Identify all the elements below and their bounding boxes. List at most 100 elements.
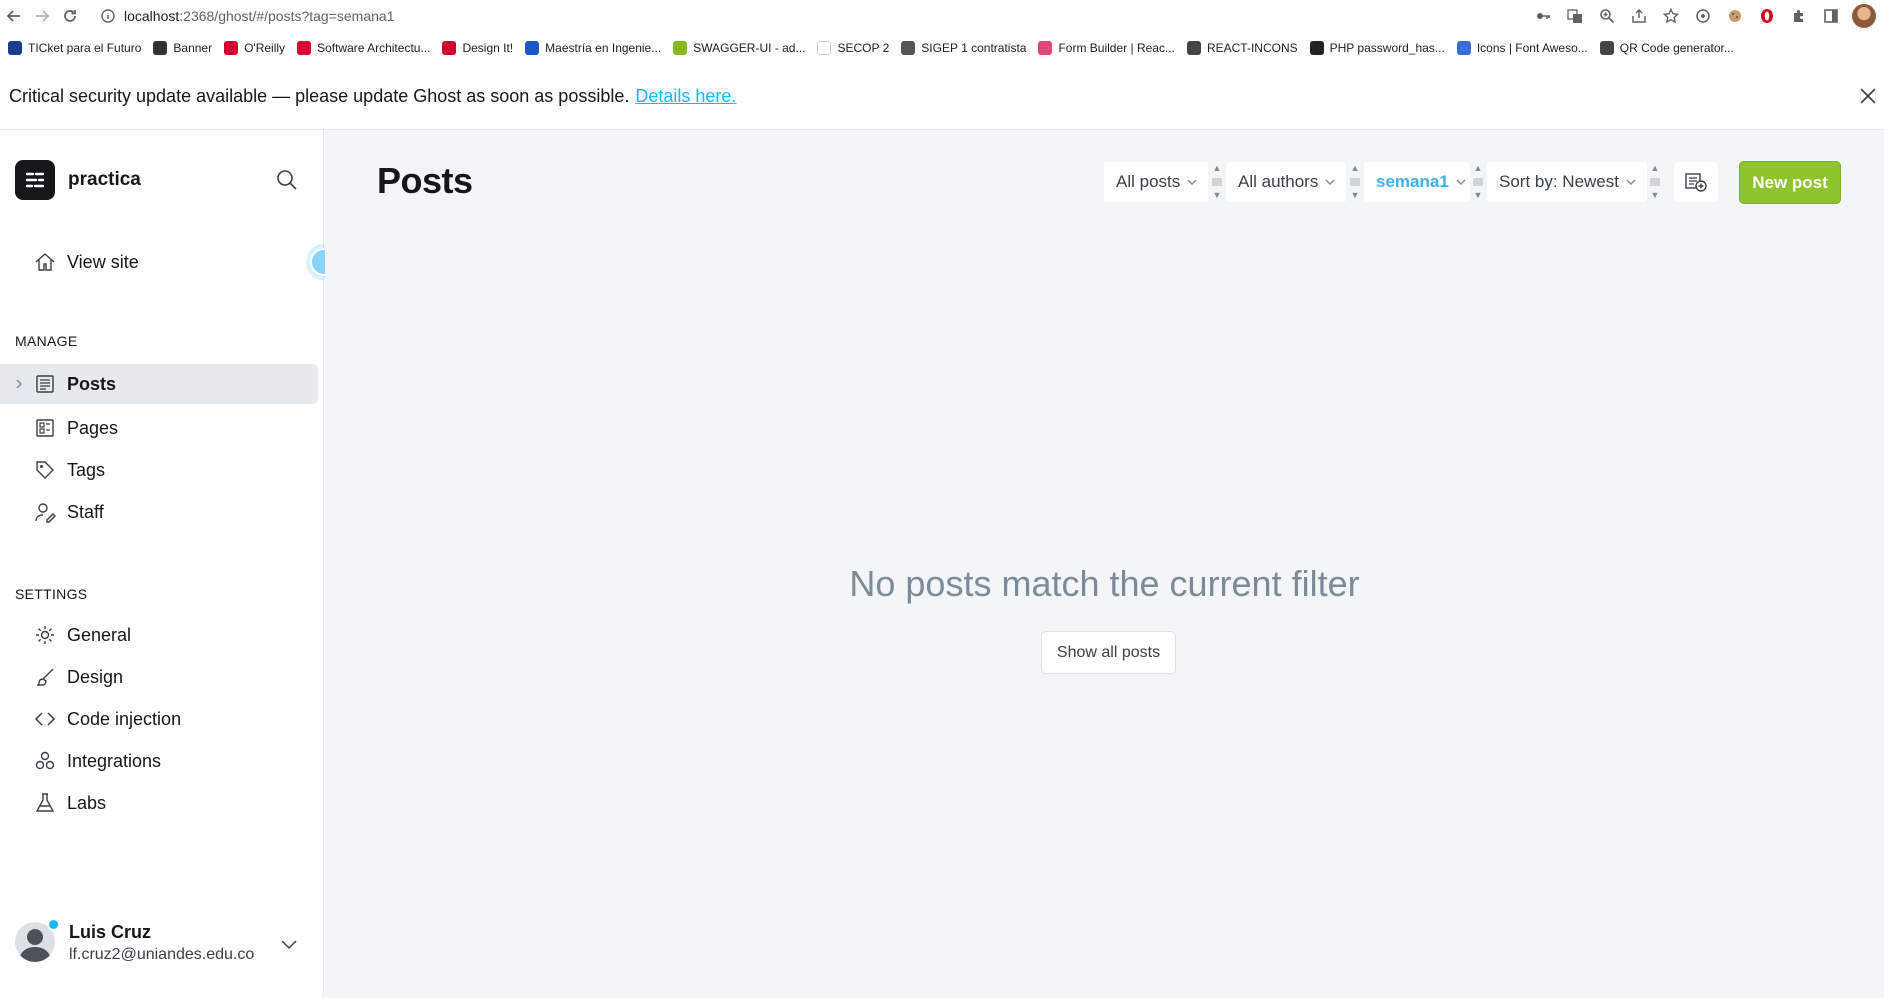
- sidebar-item-label: Code injection: [67, 708, 182, 729]
- bookmark-label: SECOP 2: [837, 41, 890, 55]
- close-icon[interactable]: [1858, 86, 1878, 106]
- sidebar-item-label: Integrations: [67, 750, 162, 771]
- sidebar-item-staff[interactable]: Staff: [0, 492, 318, 532]
- sidebar: practica View site MANAGE Posts Pages Ta…: [0, 130, 342, 998]
- chevron-down-icon[interactable]: [279, 934, 299, 954]
- profile-avatar[interactable]: [1852, 4, 1876, 28]
- user-name: Luis Cruz: [69, 922, 152, 942]
- main-content: Posts All posts ▲ ▼ All authors ▲ ▼ semana…: [325, 130, 1884, 998]
- url-path: :2368/ghost/#/posts?tag=semana1: [179, 8, 395, 24]
- bookmark-label: Design It!: [462, 41, 514, 55]
- share-icon[interactable]: [1628, 5, 1650, 27]
- chevron-down-icon: [1625, 176, 1637, 188]
- bookmark-star-icon[interactable]: [1660, 5, 1682, 27]
- bookmark-item[interactable]: PHP password_has...: [1306, 36, 1453, 60]
- bookmark-item[interactable]: O'Reilly: [220, 36, 293, 60]
- bookmark-favicon-icon: [153, 41, 168, 55]
- bookmark-label: QR Code generator...: [1619, 41, 1734, 55]
- banner-details-link[interactable]: Details here.: [635, 86, 736, 107]
- bookmark-favicon-icon: [1186, 41, 1201, 55]
- bookmark-favicon-icon: [1309, 41, 1324, 55]
- site-logo[interactable]: [15, 160, 55, 200]
- sidebar-item-design[interactable]: Design: [0, 657, 318, 697]
- posts-icon: [33, 372, 57, 396]
- address-bar[interactable]: localhost:2368/ghost/#/posts?tag=semana1: [124, 8, 394, 24]
- sidebar-item-tags[interactable]: Tags: [0, 450, 318, 490]
- bookmark-favicon-icon: [673, 41, 688, 55]
- sidebar-item-label: Pages: [67, 417, 119, 438]
- select-arrows-icon: ▲ ▼: [1470, 164, 1486, 200]
- back-icon[interactable]: [0, 2, 28, 30]
- bookmark-item[interactable]: SECOP 2: [813, 36, 897, 60]
- bookmark-label: O'Reilly: [244, 41, 286, 55]
- opera-extension-icon[interactable]: [1756, 5, 1778, 27]
- url-host: localhost: [124, 8, 180, 24]
- chevron-down-icon: [1324, 176, 1336, 188]
- sidebar-item-pages[interactable]: Pages: [0, 408, 318, 448]
- bookmark-label: SWAGGER-UI - ad...: [693, 41, 806, 55]
- bookmark-label: Software Architectu...: [317, 41, 431, 55]
- bookmark-favicon-icon: [8, 41, 22, 55]
- banner-text: Critical security update available — ple…: [9, 86, 630, 106]
- forward-icon[interactable]: [28, 2, 56, 30]
- bookmark-label: SIGEP 1 contratista: [921, 41, 1027, 55]
- bookmark-item[interactable]: Form Builder | Reac...: [1034, 36, 1182, 60]
- sidebar-item-code-injection[interactable]: Code injection: [0, 699, 318, 739]
- view-options-icon[interactable]: [1674, 162, 1718, 202]
- post-type-filter[interactable]: All posts: [1104, 162, 1208, 202]
- zoom-icon[interactable]: [1596, 5, 1618, 27]
- gear-icon: [33, 623, 57, 647]
- manage-section-title: MANAGE: [15, 333, 78, 349]
- chevron-down-icon: [1455, 176, 1467, 188]
- sidebar-item-label: Posts: [67, 373, 117, 394]
- chevron-right-icon[interactable]: [12, 376, 26, 392]
- reload-icon[interactable]: [56, 2, 84, 30]
- bookmark-item[interactable]: Software Architectu...: [293, 36, 438, 60]
- chevron-down-icon: [1186, 176, 1198, 188]
- extension-circle-icon[interactable]: [1692, 5, 1714, 27]
- brush-icon: [33, 665, 57, 689]
- sidebar-item-general[interactable]: General: [0, 615, 318, 655]
- browser-toolbar: localhost:2368/ghost/#/posts?tag=semana1: [0, 0, 1884, 32]
- code-icon: [33, 707, 57, 731]
- sort-filter[interactable]: Sort by: Newest: [1487, 162, 1647, 202]
- sidebar-item-label: Design: [67, 666, 124, 687]
- site-info-icon[interactable]: [98, 6, 118, 26]
- bookmark-item[interactable]: SIGEP 1 contratista: [897, 36, 1034, 60]
- bookmark-favicon-icon: [817, 41, 832, 55]
- bookmark-item[interactable]: Banner: [149, 36, 220, 60]
- extension-cookie-icon[interactable]: [1724, 5, 1746, 27]
- pages-icon: [33, 416, 57, 440]
- bookmark-item[interactable]: SWAGGER-UI - ad...: [669, 36, 813, 60]
- bookmark-item[interactable]: Maestría en Ingenie...: [521, 36, 669, 60]
- site-name[interactable]: practica: [68, 169, 141, 191]
- settings-section-title: SETTINGS: [15, 586, 88, 602]
- sidebar-item-label: Labs: [67, 792, 107, 813]
- bookmark-item[interactable]: Design It!: [438, 36, 521, 60]
- bookmark-item[interactable]: Icons | Font Aweso...: [1453, 36, 1596, 60]
- sidebar-item-integrations[interactable]: Integrations: [0, 741, 318, 781]
- view-site-label: View site: [67, 251, 139, 272]
- bookmark-item[interactable]: QR Code generator...: [1596, 36, 1742, 60]
- puzzle-icon[interactable]: [1788, 5, 1810, 27]
- bookmark-favicon-icon: [297, 41, 312, 55]
- tag-filter[interactable]: semana1: [1364, 162, 1470, 202]
- translate-icon[interactable]: [1564, 5, 1586, 27]
- bookmark-label: PHP password_has...: [1329, 41, 1445, 55]
- sidebar-item-label: Tags: [67, 459, 106, 480]
- page-title: Posts: [377, 160, 473, 201]
- search-icon[interactable]: [275, 168, 299, 192]
- bookmark-item[interactable]: REACT-INCONS: [1183, 36, 1306, 60]
- new-post-button[interactable]: New post: [1739, 161, 1841, 204]
- author-filter-value: All authors: [1238, 172, 1319, 191]
- sidebar-item-posts[interactable]: Posts: [0, 364, 318, 404]
- bookmark-favicon-icon: [1456, 41, 1471, 55]
- author-filter[interactable]: All authors: [1226, 162, 1346, 202]
- view-site-link[interactable]: View site: [0, 242, 318, 282]
- side-panel-icon[interactable]: [1820, 5, 1842, 27]
- show-all-posts-button[interactable]: Show all posts: [1041, 631, 1176, 674]
- user-menu[interactable]: Luis Cruz lf.cruz2@uniandes.edu.co: [15, 918, 315, 968]
- sidebar-item-labs[interactable]: Labs: [0, 783, 318, 823]
- bookmark-item[interactable]: TICket para el Futuro: [4, 36, 149, 60]
- key-icon[interactable]: [1532, 5, 1554, 27]
